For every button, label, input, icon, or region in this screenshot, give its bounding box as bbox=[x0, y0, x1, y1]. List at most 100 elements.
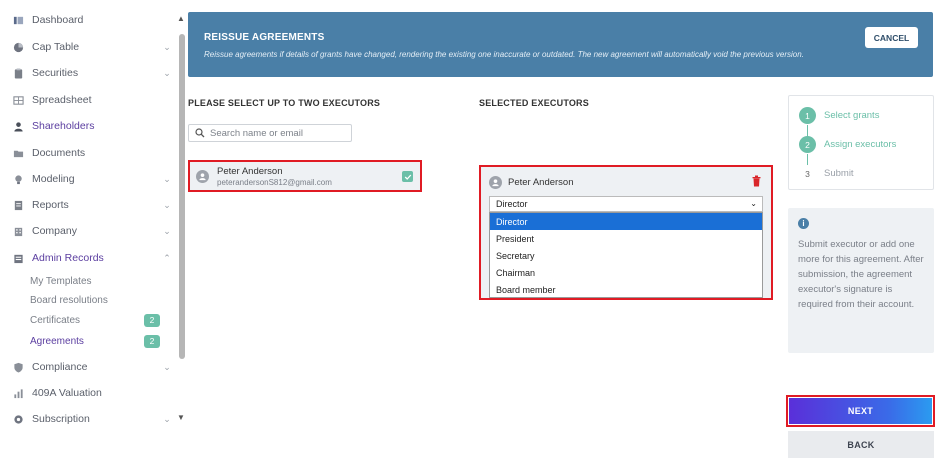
sidebar-item-shareholders[interactable]: Shareholders bbox=[12, 116, 172, 136]
info-icon: i bbox=[798, 218, 809, 229]
info-panel: i Submit executor or add one more for th… bbox=[788, 208, 934, 353]
step-number: 1 bbox=[799, 107, 816, 124]
role-option-president[interactable]: President bbox=[490, 230, 762, 247]
sidebar-subitem-certificates[interactable]: Certificates 2 bbox=[30, 311, 160, 329]
sidebar-item-label: Modeling bbox=[32, 173, 75, 185]
sidebar-subitem-agreements[interactable]: Agreements 2 bbox=[30, 332, 160, 350]
page-title: REISSUE AGREEMENTS bbox=[204, 32, 325, 43]
sidebar-item-modeling[interactable]: Modeling ⌄ bbox=[12, 169, 172, 189]
scroll-up-arrow-icon[interactable]: ▲ bbox=[177, 14, 187, 24]
bulb-icon bbox=[12, 173, 24, 185]
avatar bbox=[196, 169, 209, 183]
pie-chart-icon bbox=[12, 41, 24, 53]
sidebar: Dashboard Cap Table ⌄ Securities ⌄ Sprea… bbox=[0, 0, 176, 466]
folder-icon bbox=[12, 147, 24, 159]
step-select-grants: 1 Select grants bbox=[799, 107, 879, 124]
sidebar-item-reports[interactable]: Reports ⌄ bbox=[12, 195, 172, 215]
back-button[interactable]: BACK bbox=[788, 431, 934, 458]
count-badge: 2 bbox=[144, 313, 160, 327]
page-banner: REISSUE AGREEMENTS Reissue agreements if… bbox=[188, 12, 933, 77]
sidebar-item-label: Documents bbox=[32, 147, 86, 159]
role-option-chairman[interactable]: Chairman bbox=[490, 264, 762, 281]
sidebar-subitem-board-resolutions[interactable]: Board resolutions bbox=[30, 291, 160, 309]
search-icon bbox=[195, 128, 205, 138]
selected-executor-card: Peter Anderson Director ⌄ Director Presi… bbox=[479, 165, 773, 300]
chevron-down-icon[interactable]: ⌄ bbox=[162, 414, 172, 424]
executors-section-title: PLEASE SELECT UP TO TWO EXECUTORS bbox=[188, 98, 381, 108]
sidebar-item-subscription[interactable]: Subscription ⌄ bbox=[12, 409, 172, 429]
sidebar-item-securities[interactable]: Securities ⌄ bbox=[12, 63, 172, 83]
cancel-button[interactable]: CANCEL bbox=[865, 27, 918, 48]
executor-checkbox[interactable] bbox=[402, 171, 413, 182]
clipboard-icon bbox=[12, 67, 24, 79]
role-dropdown-list: Director President Secretary Chairman Bo… bbox=[489, 212, 763, 298]
role-option-secretary[interactable]: Secretary bbox=[490, 247, 762, 264]
count-badge: 2 bbox=[144, 334, 160, 348]
step-submit: 3 Submit bbox=[799, 165, 854, 182]
role-select-value: Director bbox=[496, 199, 528, 209]
sidebar-item-company[interactable]: Company ⌄ bbox=[12, 221, 172, 241]
executor-email: peterandersonS812@gmail.com bbox=[217, 177, 332, 187]
sidebar-subitem-label: Certificates bbox=[30, 314, 81, 326]
chevron-down-icon[interactable]: ⌄ bbox=[162, 226, 172, 236]
selected-executors-title: SELECTED EXECUTORS bbox=[479, 98, 589, 108]
step-label: Select grants bbox=[824, 110, 880, 121]
sidebar-item-compliance[interactable]: Compliance ⌄ bbox=[12, 357, 172, 377]
building-icon bbox=[12, 225, 24, 237]
chevron-down-icon[interactable]: ⌄ bbox=[162, 68, 172, 78]
next-button-highlight: NEXT bbox=[786, 395, 935, 427]
sidebar-subitem-label: My Templates bbox=[30, 275, 92, 287]
dashboard-icon bbox=[12, 14, 24, 26]
chevron-down-icon[interactable]: ⌄ bbox=[162, 362, 172, 372]
selected-executor-name: Peter Anderson bbox=[508, 177, 574, 188]
sidebar-item-label: Company bbox=[32, 225, 77, 237]
sidebar-item-label: Dashboard bbox=[32, 14, 84, 26]
chevron-down-icon[interactable]: ⌄ bbox=[162, 174, 172, 184]
role-option-board-member[interactable]: Board member bbox=[490, 281, 762, 298]
avatar bbox=[489, 176, 502, 189]
chevron-down-icon[interactable]: ⌄ bbox=[162, 42, 172, 52]
chevron-down-icon[interactable]: ⌄ bbox=[162, 200, 172, 210]
sidebar-item-spreadsheet[interactable]: Spreadsheet bbox=[12, 90, 172, 110]
sidebar-item-label: Subscription bbox=[32, 413, 90, 425]
step-assign-executors: 2 Assign executors bbox=[799, 136, 896, 153]
admin-icon bbox=[12, 252, 24, 264]
shield-icon bbox=[12, 361, 24, 373]
sidebar-subitem-label: Board resolutions bbox=[30, 294, 108, 306]
step-label: Assign executors bbox=[824, 139, 897, 150]
sidebar-item-label: 409A Valuation bbox=[32, 387, 102, 399]
banner-description: Reissue agreements if details of grants … bbox=[204, 50, 804, 59]
role-select[interactable]: Director ⌄ bbox=[489, 196, 763, 212]
sidebar-item-label: Reports bbox=[32, 199, 69, 211]
sidebar-item-dashboard[interactable]: Dashboard bbox=[12, 10, 172, 30]
sidebar-scrollbar-thumb[interactable] bbox=[179, 34, 185, 359]
sidebar-item-documents[interactable]: Documents bbox=[12, 143, 172, 163]
person-icon bbox=[12, 120, 24, 132]
step-label: Submit bbox=[824, 168, 854, 179]
step-number: 3 bbox=[799, 165, 816, 182]
scroll-down-arrow-icon[interactable]: ▼ bbox=[177, 413, 187, 423]
next-button[interactable]: NEXT bbox=[789, 398, 932, 424]
search-input[interactable] bbox=[210, 127, 350, 139]
sidebar-item-label: Securities bbox=[32, 67, 79, 79]
role-option-director[interactable]: Director bbox=[490, 213, 762, 230]
sidebar-item-409a-valuation[interactable]: 409A Valuation bbox=[12, 383, 172, 403]
sidebar-item-label: Shareholders bbox=[32, 120, 95, 132]
chevron-up-icon[interactable]: ⌃ bbox=[162, 253, 172, 263]
sidebar-item-cap-table[interactable]: Cap Table ⌄ bbox=[12, 37, 172, 57]
sidebar-item-label: Cap Table bbox=[32, 41, 80, 53]
grid-icon bbox=[12, 94, 24, 106]
progress-stepper: 1 Select grants 2 Assign executors 3 Sub… bbox=[788, 95, 934, 190]
search-box bbox=[188, 124, 352, 142]
sidebar-item-label: Compliance bbox=[32, 361, 88, 373]
trash-icon[interactable] bbox=[751, 175, 762, 187]
chevron-down-icon: ⌄ bbox=[750, 199, 757, 208]
executor-name: Peter Anderson bbox=[217, 165, 283, 177]
sidebar-subitem-my-templates[interactable]: My Templates bbox=[30, 272, 160, 290]
step-number: 2 bbox=[799, 136, 816, 153]
executor-list-item[interactable]: Peter Anderson peterandersonS812@gmail.c… bbox=[188, 160, 422, 192]
info-text: Submit executor or add one more for this… bbox=[798, 239, 924, 310]
sidebar-item-admin-records[interactable]: Admin Records ⌃ bbox=[12, 248, 172, 268]
sidebar-subitem-label: Agreements bbox=[30, 335, 84, 347]
bar-chart-icon bbox=[12, 387, 24, 399]
